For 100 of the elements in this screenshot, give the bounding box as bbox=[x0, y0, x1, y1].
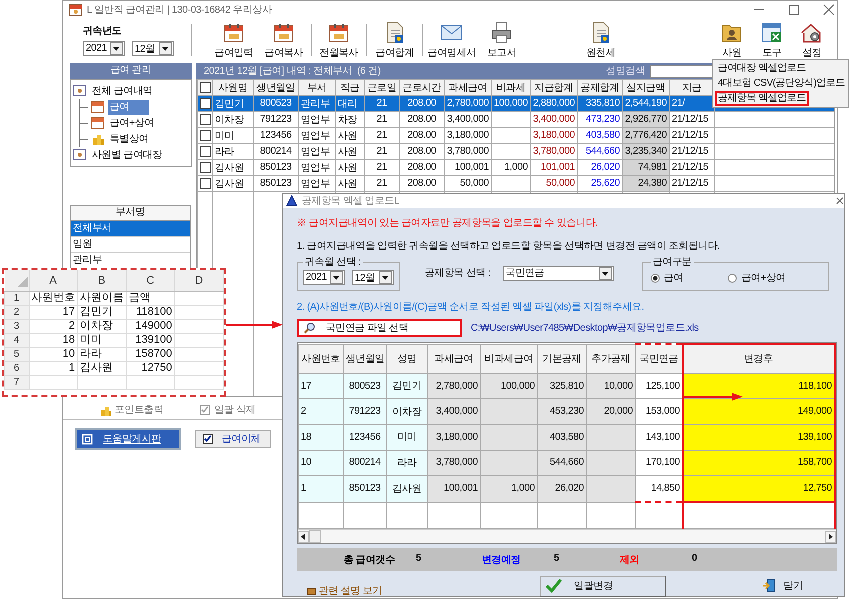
menu-item[interactable]: 급여대장 엑셀업로드 bbox=[715, 61, 846, 76]
column-header: 과세급여 bbox=[428, 344, 480, 374]
row-header: 5 bbox=[4, 348, 29, 362]
table-cell: 149000 bbox=[126, 320, 175, 334]
scroll-left-button[interactable] bbox=[298, 530, 309, 542]
tree-item[interactable]: 특별상여 bbox=[108, 132, 151, 146]
app-icon bbox=[69, 3, 83, 17]
table-cell: 대리 bbox=[336, 96, 364, 112]
close-button[interactable]: 닫기 bbox=[762, 579, 803, 593]
table-cell: 사원 bbox=[336, 160, 364, 176]
table-cell[interactable]: 이차장 bbox=[212, 112, 254, 128]
table-cell: 사원이름 bbox=[78, 292, 126, 306]
apply-button[interactable]: 일괄변경 bbox=[540, 576, 666, 596]
transfer-button[interactable]: 급여이체 bbox=[195, 430, 271, 448]
year-dropdown[interactable]: 2021 bbox=[303, 270, 345, 285]
caret-icon bbox=[330, 271, 343, 284]
tree-item[interactable]: 전체 급여내역 bbox=[90, 84, 155, 98]
summary-label: 총 급여갯수 bbox=[344, 554, 396, 566]
checkbox[interactable] bbox=[200, 130, 211, 141]
row-header: 3 bbox=[4, 320, 29, 334]
tree-item[interactable]: 급여+상여 bbox=[108, 116, 156, 130]
table-cell: 10 bbox=[29, 348, 78, 362]
table-cell: 100,000 bbox=[480, 373, 538, 399]
scroll-right-button[interactable] bbox=[825, 530, 836, 542]
table-cell: 1,000 bbox=[480, 476, 538, 502]
table-cell: 335,810 bbox=[578, 96, 622, 112]
table-cell: 208.00 bbox=[400, 176, 444, 192]
table-cell: 관리부 bbox=[298, 96, 336, 112]
column-header: 생년월일 bbox=[344, 344, 386, 374]
table-cell: 12750 bbox=[126, 362, 175, 376]
tree-item[interactable]: 급여 bbox=[108, 100, 150, 114]
table-cell: 사원번호 bbox=[29, 292, 78, 306]
table-cell: 김사원 bbox=[386, 476, 428, 502]
column-header: A bbox=[29, 270, 78, 292]
toolbar-button[interactable]: 도구 bbox=[752, 20, 792, 60]
deduction-dropdown[interactable]: 국민연금 bbox=[502, 266, 614, 280]
checkbox[interactable] bbox=[200, 178, 211, 189]
toolbar-button[interactable]: 급여합계 bbox=[370, 20, 420, 60]
scrollbar-thumb[interactable] bbox=[309, 530, 321, 543]
table-cell: 123456 bbox=[344, 424, 386, 450]
house-gear-icon bbox=[800, 21, 824, 45]
radio-button[interactable]: 급여+상여 bbox=[728, 271, 786, 285]
file-select-button[interactable]: 국민연금 파일 선택 bbox=[297, 319, 462, 337]
delete-button[interactable]: 일괄 삭제 bbox=[198, 403, 256, 417]
column-header: 사원번호 bbox=[298, 344, 344, 374]
table-cell: 800523 bbox=[344, 373, 386, 399]
table-cell[interactable]: 라라 bbox=[212, 144, 254, 160]
column-header: 생년월일 bbox=[254, 80, 298, 96]
maximize-button[interactable] bbox=[788, 4, 800, 16]
help-link[interactable]: 관련 설명 보기 bbox=[307, 584, 382, 598]
menu-item[interactable]: 공제항목 엑셀업로드 bbox=[715, 91, 809, 106]
toolbar-button[interactable]: 급여명세서 bbox=[427, 20, 477, 60]
window-icon bbox=[82, 434, 93, 444]
table-cell: 사원 bbox=[336, 176, 364, 192]
help-board-button[interactable]: 도움말게시판 bbox=[75, 428, 181, 450]
tree-item[interactable]: 사원별 급여대장 bbox=[90, 148, 164, 162]
checkbox[interactable] bbox=[200, 162, 211, 173]
close-button[interactable] bbox=[823, 4, 835, 16]
table-cell[interactable]: 김민기 bbox=[212, 96, 254, 112]
table-cell: 208.00 bbox=[400, 160, 444, 176]
table-cell[interactable]: 김사원 bbox=[212, 160, 254, 176]
list-item[interactable]: 임원 bbox=[71, 237, 190, 253]
table-cell: 208.00 bbox=[400, 128, 444, 144]
period-label: 귀속년도 bbox=[83, 25, 123, 38]
table-cell: 2 bbox=[29, 320, 78, 334]
table-cell: 850123 bbox=[344, 476, 386, 502]
column-header: 직급 bbox=[336, 80, 364, 96]
toolbar-button[interactable]: 원천세 bbox=[576, 20, 626, 60]
search-label: 성명검색 bbox=[606, 65, 645, 78]
table-cell: 라라 bbox=[78, 348, 126, 362]
list-item[interactable]: 전체부서 bbox=[71, 221, 190, 237]
table-cell[interactable]: 미미 bbox=[212, 128, 254, 144]
menu-item[interactable]: 4대보험 CSV(공단양식)업로드 bbox=[715, 76, 846, 91]
toolbar-button[interactable]: 보고서 bbox=[477, 20, 527, 60]
checkbox[interactable] bbox=[200, 114, 211, 125]
toolbar-button[interactable]: 급여복사 bbox=[259, 20, 309, 60]
month-dropdown[interactable]: 12월 bbox=[132, 41, 174, 56]
table-cell: 21/12/15 bbox=[670, 128, 714, 144]
table-cell[interactable]: 김사원 bbox=[212, 176, 254, 192]
radio-button[interactable]: 급여 bbox=[651, 271, 684, 285]
printer-icon bbox=[490, 21, 514, 45]
select-all-checkbox[interactable] bbox=[200, 82, 211, 93]
table-cell: 3,780,000 bbox=[444, 144, 492, 160]
horizontal-scrollbar[interactable] bbox=[298, 529, 836, 543]
table-cell: 800214 bbox=[254, 144, 298, 160]
table-cell: 123456 bbox=[254, 128, 298, 144]
group-label: 급여구분 bbox=[652, 256, 693, 269]
table-cell: 208.00 bbox=[400, 96, 444, 112]
month-dropdown[interactable]: 12월 bbox=[352, 270, 394, 285]
column-header: 지급합계 bbox=[530, 80, 578, 96]
print-button[interactable]: 포인트출력 bbox=[99, 403, 164, 417]
close-button[interactable] bbox=[836, 196, 844, 206]
table-caption: 2021년 12월 [급여] 내역 : 전체부서 (6 건) bbox=[204, 65, 381, 78]
checkbox[interactable] bbox=[200, 98, 211, 109]
toolbar-button[interactable]: 전월복사 bbox=[314, 20, 364, 60]
calendar-icon bbox=[272, 21, 296, 45]
toolbar-button[interactable]: 급여입력 bbox=[209, 20, 259, 60]
table-cell: 21 bbox=[364, 96, 400, 112]
year-dropdown[interactable]: 2021 bbox=[83, 41, 125, 56]
checkbox[interactable] bbox=[200, 146, 211, 157]
